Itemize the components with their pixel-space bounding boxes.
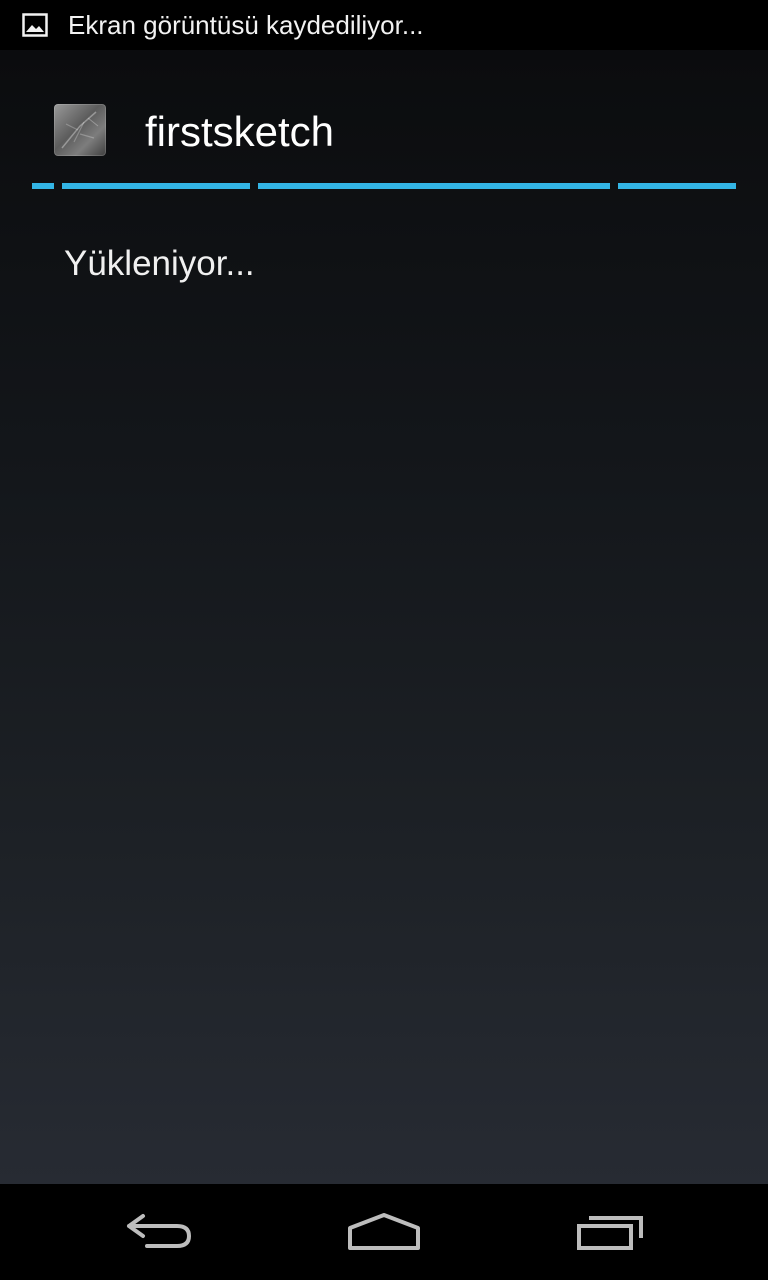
- sketch-lines: [61, 111, 99, 149]
- divider-segment: [32, 183, 54, 189]
- back-icon: [127, 1214, 191, 1248]
- divider-segment: [618, 183, 736, 189]
- home-button[interactable]: [329, 1198, 439, 1266]
- title-divider: [32, 183, 736, 191]
- recent-apps-button[interactable]: [555, 1198, 665, 1266]
- navigation-bar: [0, 1184, 768, 1280]
- sketch-app-icon: [54, 104, 106, 156]
- dialog-title: firstsketch: [145, 108, 335, 155]
- notification-text: Ekran görüntüsü kaydediliyor...: [68, 10, 424, 40]
- back-button[interactable]: [105, 1198, 215, 1266]
- divider-segment: [62, 183, 250, 189]
- recent-apps-icon: [577, 1216, 643, 1250]
- screen: Ekran görüntüsü kaydediliyor... firstske…: [0, 0, 768, 1280]
- home-icon: [348, 1213, 420, 1250]
- status-bar: Ekran görüntüsü kaydediliyor...: [0, 0, 768, 50]
- app-content: firstsketch Yükleniyor...: [0, 50, 768, 1184]
- image-icon: [22, 13, 48, 37]
- divider-segment: [258, 183, 610, 189]
- loading-message: Yükleniyor...: [64, 244, 255, 283]
